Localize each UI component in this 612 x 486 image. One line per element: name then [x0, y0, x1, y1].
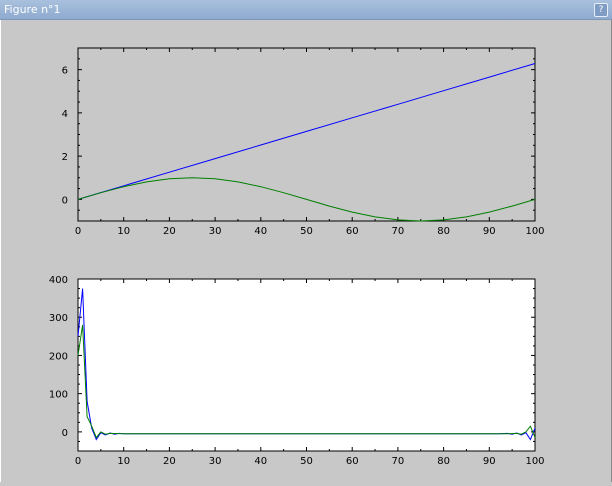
plot1-x-tick-label: 0 [75, 226, 81, 237]
plot1-y-tick-label: 2 [62, 152, 68, 163]
plot2-x-tick-label: 10 [117, 456, 130, 467]
plot2-x-tick-label: 90 [483, 456, 496, 467]
plot1-x-tick-label: 40 [254, 226, 267, 237]
plot1-x-tick-label: 60 [346, 226, 359, 237]
plot2-x-tick-label: 60 [346, 456, 359, 467]
plot1-x-tick-label: 80 [437, 226, 450, 237]
plot2-y-tick-label: 200 [49, 351, 68, 362]
plot1-x-tick-label: 10 [117, 226, 130, 237]
plot2-x-tick-label: 70 [392, 456, 405, 467]
plot1-y-tick-label: 0 [62, 195, 68, 206]
plot1-x-tick-label: 50 [300, 226, 313, 237]
plot2-area [77, 278, 536, 452]
plot1-x-tick-label: 90 [483, 226, 496, 237]
plot1-y-tick-label: 6 [62, 66, 68, 77]
plot2-x-tick-label: 40 [254, 456, 267, 467]
plot2-y-tick-label: 0 [62, 428, 68, 439]
plot1-x-tick-label: 100 [525, 226, 544, 237]
help-button[interactable]: ? [594, 3, 608, 17]
plot1-x-tick-label: 70 [392, 226, 405, 237]
plot1-y-tick-label: 4 [62, 109, 68, 120]
plot2-y-tick-label: 400 [49, 275, 68, 286]
figure-svg: 0 10 20 30 40 50 60 70 80 90 10002460 10 20 30 40 50 60 7… [49, 47, 545, 467]
plot2-x-tick-label: 80 [437, 456, 450, 467]
plot1-area [77, 47, 536, 222]
plot2-x-tick-label: 0 [75, 456, 81, 467]
plot2-x-tick-label: 30 [209, 456, 222, 467]
plot2-x-tick-label: 100 [525, 456, 544, 467]
plot2-x-tick-label: 20 [163, 456, 176, 467]
plot2-x-tick-label: 50 [300, 456, 313, 467]
window-title: Figure n°1 [4, 3, 61, 16]
plot1-x-tick-label: 30 [209, 226, 222, 237]
plot2-y-tick-label: 100 [49, 390, 68, 401]
plot2-y-tick-label: 300 [49, 313, 68, 324]
window-titlebar[interactable]: Figure n°1 ? [0, 0, 612, 20]
figure-canvas: 0 10 20 30 40 50 60 70 80 90 100 0 2 4 6 0 10 20 30 40 50 60 7… [0, 20, 612, 482]
plot1-x-tick-label: 20 [163, 226, 176, 237]
